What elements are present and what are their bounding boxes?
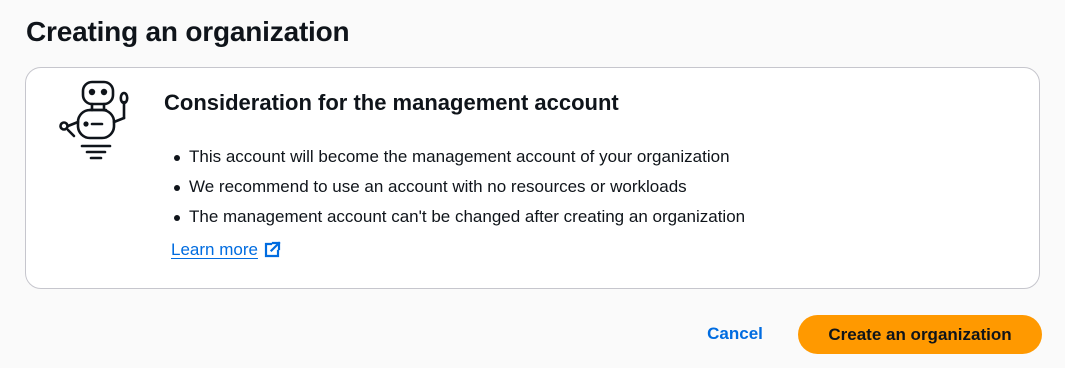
list-item: The management account can't be changed … xyxy=(172,202,745,232)
card-title: Consideration for the management account xyxy=(164,90,619,115)
cancel-button[interactable]: Cancel xyxy=(690,316,780,352)
page-title: Creating an organization xyxy=(26,16,350,47)
list-item: This account will become the management … xyxy=(172,142,745,172)
robot-icon xyxy=(59,80,129,160)
management-account-info-card: Consideration for the management account… xyxy=(25,67,1040,289)
learn-more-link[interactable]: Learn more xyxy=(171,238,281,262)
learn-more-label: Learn more xyxy=(171,240,258,259)
list-item: We recommend to use an account with no r… xyxy=(172,172,745,202)
consideration-list: This account will become the management … xyxy=(172,142,745,232)
create-organization-button[interactable]: Create an organization xyxy=(798,315,1042,354)
external-link-icon xyxy=(264,241,281,258)
